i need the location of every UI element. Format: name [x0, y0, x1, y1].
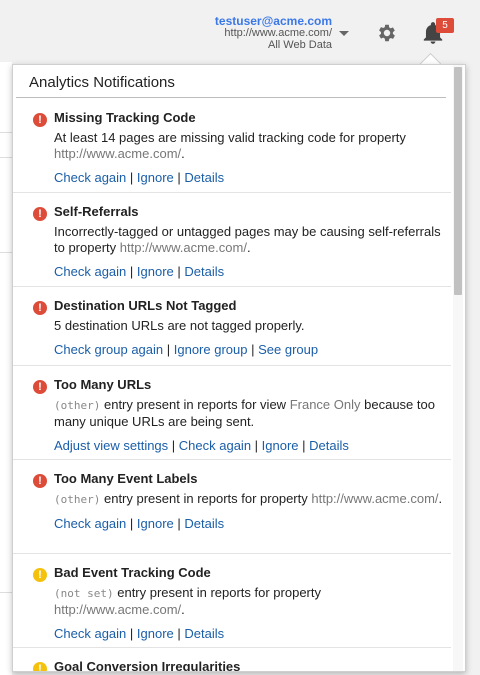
notification-actions: Check again | Ignore | Details: [54, 516, 225, 531]
notification-title: Missing Tracking Code: [54, 110, 196, 125]
see-group-link[interactable]: See group: [258, 342, 318, 357]
details-link[interactable]: Details: [309, 438, 349, 453]
notification-description: Incorrectly-tagged or untagged pages may…: [54, 224, 441, 255]
gear-icon[interactable]: [376, 22, 398, 44]
notification-count-badge[interactable]: 5: [436, 18, 454, 33]
notification-item: ! Bad Event Tracking Code (not set) entr…: [13, 554, 451, 648]
ignore-link[interactable]: Ignore: [137, 626, 174, 641]
notification-actions: Adjust view settings | Check again | Ign…: [54, 438, 349, 453]
account-email: testuser@acme.com: [214, 14, 332, 28]
notification-description: (other) entry present in reports for pro…: [54, 491, 443, 506]
error-icon: !: [33, 301, 47, 315]
notification-actions: Check again | Ignore | Details: [54, 264, 225, 279]
account-property-url: http://www.acme.com/: [224, 27, 332, 39]
ignore-link[interactable]: Ignore: [262, 438, 299, 453]
notification-description: (other) entry present in reports for vie…: [54, 397, 435, 429]
ignore-link[interactable]: Ignore: [137, 170, 174, 185]
details-link[interactable]: Details: [184, 626, 224, 641]
ignore-link[interactable]: Ignore: [137, 516, 174, 531]
notification-description: At least 14 pages are missing valid trac…: [54, 130, 406, 161]
check-again-link[interactable]: Check again: [179, 438, 251, 453]
divider: [16, 97, 446, 98]
check-again-link[interactable]: Check again: [54, 516, 126, 531]
adjust-view-settings-link[interactable]: Adjust view settings: [54, 438, 168, 453]
notification-item: ! Goal Conversion Irregularities: [13, 648, 451, 672]
details-link[interactable]: Details: [184, 170, 224, 185]
background-page: [0, 62, 12, 675]
chevron-down-icon[interactable]: [339, 31, 349, 36]
warning-icon: !: [33, 662, 47, 671]
check-group-again-link[interactable]: Check group again: [54, 342, 163, 357]
notification-actions: Check again | Ignore | Details: [54, 170, 225, 185]
notification-item: ! Destination URLs Not Tagged 5 destinat…: [13, 287, 451, 366]
notification-title: Bad Event Tracking Code: [54, 565, 211, 580]
warning-icon: !: [33, 568, 47, 582]
notification-title: Self-Referrals: [54, 204, 139, 219]
notification-title: Goal Conversion Irregularities: [54, 659, 241, 672]
notification-item: ! Missing Tracking Code At least 14 page…: [13, 99, 451, 193]
error-icon: !: [33, 380, 47, 394]
error-icon: !: [33, 207, 47, 221]
notification-item: ! Too Many URLs (other) entry present in…: [13, 366, 451, 460]
ignore-link[interactable]: Ignore: [137, 264, 174, 279]
notification-description: (not set) entry present in reports for p…: [54, 585, 321, 617]
account-view: All Web Data: [268, 39, 332, 51]
notification-actions: Check again | Ignore | Details: [54, 626, 225, 641]
check-again-link[interactable]: Check again: [54, 626, 126, 641]
error-icon: !: [33, 474, 47, 488]
notifications-list: ! Missing Tracking Code At least 14 page…: [13, 99, 451, 672]
ignore-group-link[interactable]: Ignore group: [174, 342, 248, 357]
check-again-link[interactable]: Check again: [54, 264, 126, 279]
notification-title: Too Many Event Labels: [54, 471, 198, 486]
top-bar: testuser@acme.com http://www.acme.com/ A…: [0, 0, 480, 62]
notification-title: Too Many URLs: [54, 377, 152, 392]
notifications-panel: Analytics Notifications ! Missing Tracki…: [12, 64, 466, 672]
check-again-link[interactable]: Check again: [54, 170, 126, 185]
notification-actions: Check group again | Ignore group | See g…: [54, 342, 319, 357]
notification-description: 5 destination URLs are not tagged proper…: [54, 318, 305, 333]
notification-title: Destination URLs Not Tagged: [54, 298, 237, 313]
notification-item: ! Self-Referrals Incorrectly-tagged or u…: [13, 193, 451, 287]
details-link[interactable]: Details: [184, 264, 224, 279]
account-selector[interactable]: testuser@acme.com http://www.acme.com/ A…: [215, 15, 332, 51]
panel-title: Analytics Notifications: [29, 74, 175, 91]
notification-item: ! Too Many Event Labels (other) entry pr…: [13, 460, 451, 554]
scrollbar[interactable]: [453, 65, 463, 671]
error-icon: !: [33, 113, 47, 127]
details-link[interactable]: Details: [184, 516, 224, 531]
scrollbar-thumb[interactable]: [454, 67, 462, 295]
